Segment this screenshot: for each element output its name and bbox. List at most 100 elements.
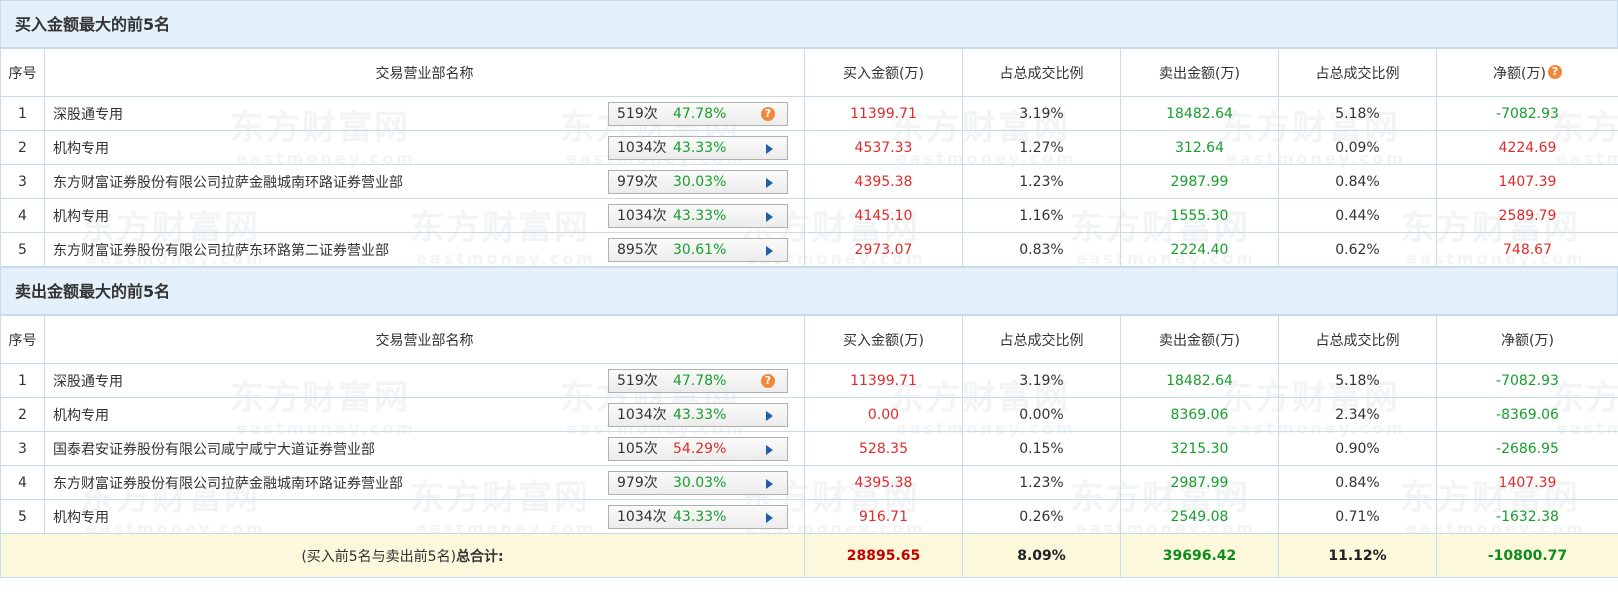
buy-ratio: 1.16% xyxy=(962,198,1121,233)
table-header-row: 序号 交易营业部名称 买入金额(万) 占总成交比例 卖出金额(万) 占总成交比例… xyxy=(0,315,1618,364)
arrow-right-icon[interactable] xyxy=(766,445,773,455)
buy-amount: 2973.07 xyxy=(804,232,963,267)
success-rate: 47.78% xyxy=(673,106,727,122)
broker-stats-button[interactable]: 895次 30.61% xyxy=(608,238,788,262)
total-sell-ratio: 11.12% xyxy=(1278,533,1437,578)
broker-stats-button[interactable]: 105次 54.29% xyxy=(608,437,788,461)
buy-ratio: 0.00% xyxy=(962,397,1121,432)
broker-name: 机构专用 xyxy=(53,407,109,424)
sell-amount: 18482.64 xyxy=(1120,363,1279,398)
buy-amount: 11399.71 xyxy=(804,96,963,131)
buy-ratio: 3.19% xyxy=(962,363,1121,398)
table-header-row: 序号 交易营业部名称 买入金额(万) 占总成交比例 卖出金额(万) 占总成交比例… xyxy=(0,48,1618,97)
success-rate: 30.03% xyxy=(673,174,727,190)
broker-name: 国泰君安证券股份有限公司咸宁咸宁大道证券营业部 xyxy=(53,441,375,458)
success-rate: 30.03% xyxy=(673,475,727,491)
row-number: 4 xyxy=(0,198,45,233)
broker-name-cell: 国泰君安证券股份有限公司咸宁咸宁大道证券营业部 105次 54.29% xyxy=(44,431,805,466)
broker-name: 东方财富证券股份有限公司拉萨金融城南环路证券营业部 xyxy=(53,475,403,492)
total-label: (买入前5名与卖出前5名)总合计: xyxy=(0,533,805,578)
success-rate: 43.33% xyxy=(673,140,727,156)
broker-name-cell: 机构专用 1034次 43.33% xyxy=(44,499,805,534)
buy-amount: 4145.10 xyxy=(804,198,963,233)
question-icon[interactable]: ? xyxy=(761,107,775,121)
broker-stats-button[interactable]: 1034次 43.33% xyxy=(608,505,788,529)
sell-ratio: 5.18% xyxy=(1278,96,1437,131)
total-sell: 39696.42 xyxy=(1120,533,1279,578)
sell-amount: 3215.30 xyxy=(1120,431,1279,466)
broker-name-cell: 深股通专用 519次 47.78%? xyxy=(44,363,805,398)
trade-count: 1034次 xyxy=(617,140,667,156)
sell-ratio: 0.84% xyxy=(1278,465,1437,500)
col-header-sell: 卖出金额(万) xyxy=(1120,48,1279,97)
buy-table: 序号 交易营业部名称 买入金额(万) 占总成交比例 卖出金额(万) 占总成交比例… xyxy=(0,48,1618,267)
row-number: 3 xyxy=(0,431,45,466)
table-row: 3 国泰君安证券股份有限公司咸宁咸宁大道证券营业部 105次 54.29% 528.35… xyxy=(0,431,1618,466)
col-header-no: 序号 xyxy=(0,315,45,364)
broker-name-cell: 机构专用 1034次 43.33% xyxy=(44,397,805,432)
success-rate: 47.78% xyxy=(673,373,727,389)
net-amount: 1407.39 xyxy=(1436,164,1618,199)
sell-ratio: 2.34% xyxy=(1278,397,1437,432)
broker-stats-button[interactable]: 1034次 43.33% xyxy=(608,403,788,427)
col-header-name: 交易营业部名称 xyxy=(44,315,805,364)
arrow-right-icon[interactable] xyxy=(766,144,773,154)
total-label-prefix: (买入前5名与卖出前5名) xyxy=(301,548,457,565)
table-row: 5 机构专用 1034次 43.33% 916.71 0.26% 2549.08 0.71% -… xyxy=(0,499,1618,534)
sell-amount: 2987.99 xyxy=(1120,465,1279,500)
col-header-net-label: 净额(万) xyxy=(1493,65,1546,82)
buy-ratio: 0.26% xyxy=(962,499,1121,534)
net-amount: 748.67 xyxy=(1436,232,1618,267)
broker-name: 深股通专用 xyxy=(53,373,123,390)
row-number: 1 xyxy=(0,363,45,398)
table-row: 1 深股通专用 519次 47.78%? 11399.71 3.19% 18482.64 5.… xyxy=(0,363,1618,398)
success-rate: 30.61% xyxy=(673,242,727,258)
success-rate: 43.33% xyxy=(673,509,727,525)
sell-amount: 2224.40 xyxy=(1120,232,1279,267)
sell-amount: 2987.99 xyxy=(1120,164,1279,199)
net-amount: 2589.79 xyxy=(1436,198,1618,233)
sell-amount: 2549.08 xyxy=(1120,499,1279,534)
broker-stats-button[interactable]: 1034次 43.33% xyxy=(608,136,788,160)
buy-section-title: 买入金额最大的前5名 xyxy=(0,0,1618,48)
broker-name-cell: 东方财富证券股份有限公司拉萨东环路第二证券营业部 895次 30.61% xyxy=(44,232,805,267)
arrow-right-icon[interactable] xyxy=(766,246,773,256)
table-row: 4 东方财富证券股份有限公司拉萨金融城南环路证券营业部 979次 30.03% 4395… xyxy=(0,465,1618,500)
arrow-right-icon[interactable] xyxy=(766,212,773,222)
row-number: 2 xyxy=(0,397,45,432)
sell-amount: 8369.06 xyxy=(1120,397,1279,432)
net-amount: 1407.39 xyxy=(1436,465,1618,500)
success-rate: 43.33% xyxy=(673,407,727,423)
arrow-right-icon[interactable] xyxy=(766,513,773,523)
row-number: 5 xyxy=(0,232,45,267)
row-number: 4 xyxy=(0,465,45,500)
buy-ratio: 1.27% xyxy=(962,130,1121,165)
col-header-buy-ratio: 占总成交比例 xyxy=(962,48,1121,97)
trade-count: 979次 xyxy=(617,475,658,491)
question-icon[interactable]: ? xyxy=(761,374,775,388)
broker-stats-button[interactable]: 979次 30.03% xyxy=(608,170,788,194)
trade-count: 895次 xyxy=(617,242,658,258)
broker-name: 机构专用 xyxy=(53,140,109,157)
col-header-name: 交易营业部名称 xyxy=(44,48,805,97)
arrow-right-icon[interactable] xyxy=(766,411,773,421)
col-header-net: 净额(万) xyxy=(1436,315,1618,364)
arrow-right-icon[interactable] xyxy=(766,479,773,489)
buy-table-body: 1 深股通专用 519次 47.78%? 11399.71 3.19% 18482.64 5.… xyxy=(0,96,1618,267)
col-header-buy: 买入金额(万) xyxy=(804,315,963,364)
row-number: 3 xyxy=(0,164,45,199)
help-question-icon[interactable]: ? xyxy=(1547,64,1562,79)
broker-name: 深股通专用 xyxy=(53,106,123,123)
col-header-no: 序号 xyxy=(0,48,45,97)
broker-stats-button[interactable]: 519次 47.78%? xyxy=(608,102,788,126)
broker-stats-button[interactable]: 519次 47.78%? xyxy=(608,369,788,393)
broker-stats-button[interactable]: 1034次 43.33% xyxy=(608,204,788,228)
table-row: 1 深股通专用 519次 47.78%? 11399.71 3.19% 18482.64 5.… xyxy=(0,96,1618,131)
broker-name-cell: 机构专用 1034次 43.33% xyxy=(44,198,805,233)
broker-stats-button[interactable]: 979次 30.03% xyxy=(608,471,788,495)
arrow-right-icon[interactable] xyxy=(766,178,773,188)
broker-name-cell: 东方财富证券股份有限公司拉萨金融城南环路证券营业部 979次 30.03% xyxy=(44,164,805,199)
broker-name-cell: 机构专用 1034次 43.33% xyxy=(44,130,805,165)
sell-table: 序号 交易营业部名称 买入金额(万) 占总成交比例 卖出金额(万) 占总成交比例… xyxy=(0,315,1618,578)
success-rate: 54.29% xyxy=(673,441,727,457)
